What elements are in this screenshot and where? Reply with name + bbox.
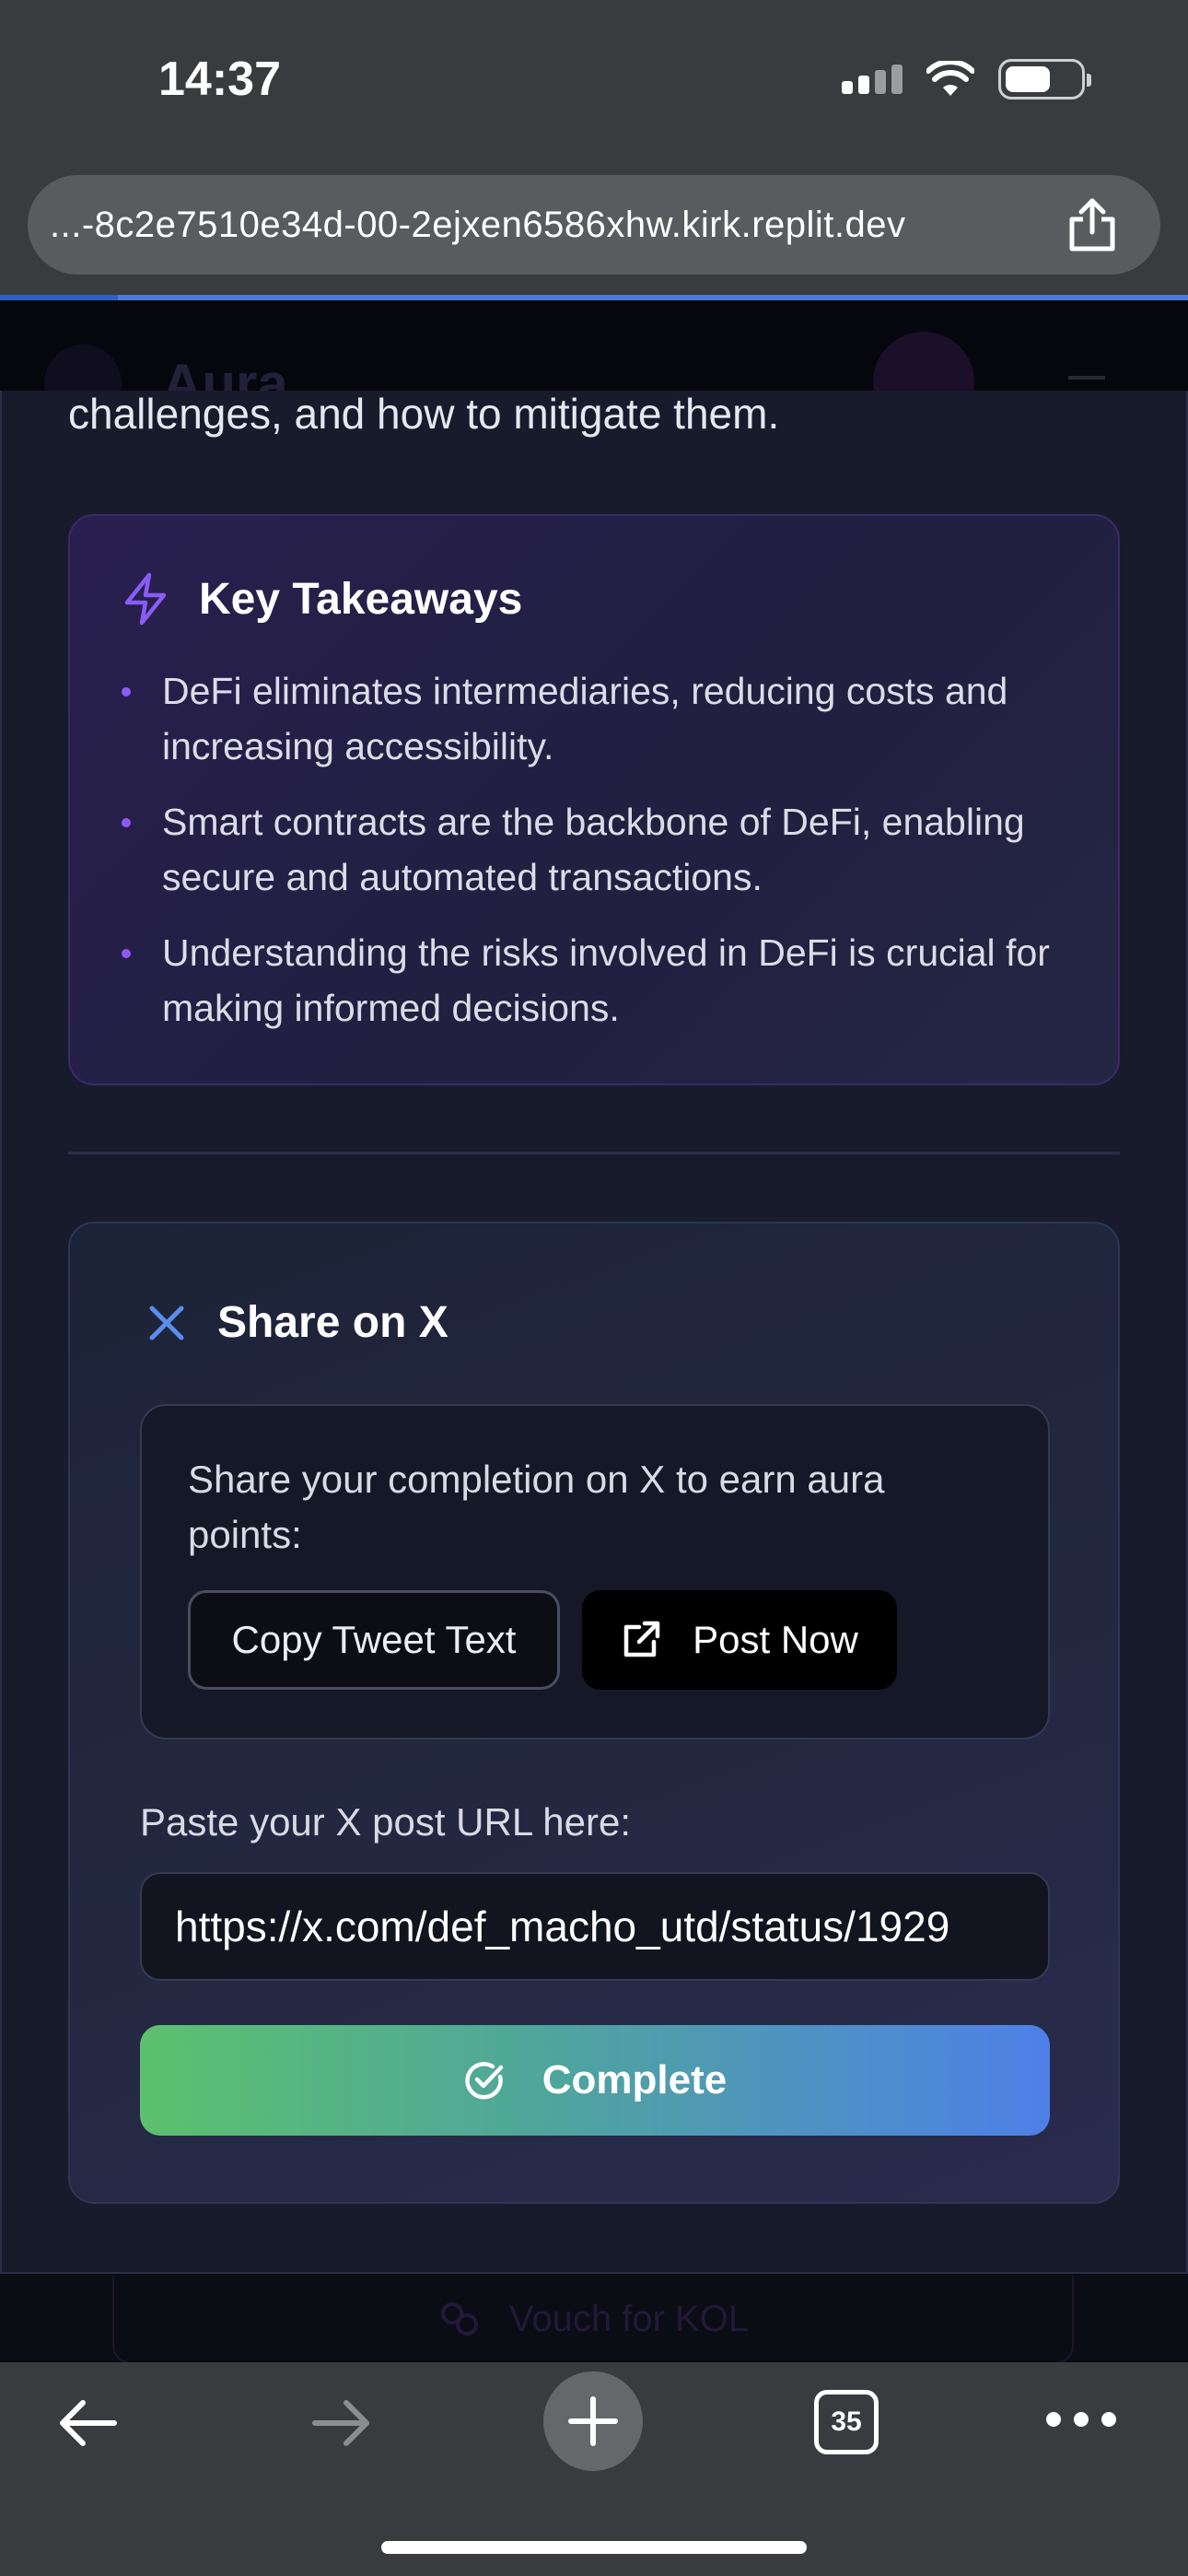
- post-now-button[interactable]: Post Now: [582, 1590, 897, 1690]
- wifi-icon: [926, 61, 974, 96]
- status-icons: [842, 59, 1091, 100]
- x-close-icon: [149, 1306, 184, 1340]
- address-bar[interactable]: ...-8c2e7510e34d-00-2ejxen6586xhw.kirk.r…: [28, 175, 1160, 275]
- background-vouch-button: Vouch for KOL: [112, 2276, 1074, 2364]
- list-item: Understanding the risks involved in DeFi…: [122, 925, 1070, 1036]
- battery-icon: [998, 59, 1091, 100]
- back-arrow-icon[interactable]: [55, 2390, 122, 2456]
- lesson-intro-text: challenges, and how to mitigate them.: [68, 390, 780, 438]
- key-takeaways-card: Key Takeaways DeFi eliminates intermedia…: [68, 514, 1120, 1085]
- copy-tweet-text-button[interactable]: Copy Tweet Text: [188, 1590, 560, 1690]
- tab-count: 35: [831, 2406, 862, 2437]
- forward-arrow-icon[interactable]: [308, 2390, 374, 2456]
- copy-tweet-text-label: Copy Tweet Text: [231, 1618, 517, 1661]
- bullet-dot: [122, 818, 131, 827]
- tabs-button[interactable]: 35: [814, 2390, 879, 2454]
- cellular-signal-icon: [842, 64, 903, 94]
- bullet-dot: [122, 687, 131, 697]
- status-time: 14:37: [158, 53, 281, 106]
- bullet-dot: [122, 949, 131, 958]
- background-vouch-label: Vouch for KOL: [508, 2298, 750, 2339]
- plus-icon: [568, 2396, 618, 2446]
- share-title: Share on X: [217, 1298, 448, 1347]
- key-takeaways-title: Key Takeaways: [199, 574, 523, 624]
- list-item: DeFi eliminates intermediaries, reducing…: [122, 663, 1070, 774]
- address-bar-url: ...-8c2e7510e34d-00-2ejxen6586xhw.kirk.r…: [50, 204, 906, 245]
- section-divider: [68, 1152, 1120, 1154]
- share-icon[interactable]: [1065, 195, 1120, 254]
- list-item: Smart contracts are the backbone of DeFi…: [122, 794, 1070, 905]
- home-indicator: [381, 2541, 807, 2554]
- post-now-label: Post Now: [693, 1618, 858, 1661]
- link-icon: [440, 2302, 478, 2336]
- complete-button[interactable]: Complete: [140, 2025, 1050, 2136]
- share-description: Share your completion on X to earn aura …: [188, 1458, 885, 1556]
- background-menu-icon: [1068, 376, 1105, 380]
- more-menu-icon[interactable]: [1046, 2412, 1116, 2427]
- share-on-x-card: Share on X Share your completion on X to…: [68, 1222, 1120, 2204]
- takeaway-text: Understanding the risks involved in DeFi…: [162, 931, 1050, 1029]
- new-tab-button[interactable]: [543, 2371, 643, 2471]
- share-instructions-box: Share your completion on X to earn aura …: [140, 1404, 1050, 1739]
- complete-label: Complete: [542, 2057, 728, 2102]
- paste-url-label: Paste your X post URL here:: [140, 1800, 632, 1844]
- external-link-icon: [623, 1621, 660, 1657]
- check-circle-icon: [465, 2062, 503, 2100]
- takeaway-text: DeFi eliminates intermediaries, reducing…: [162, 670, 1008, 767]
- x-post-url-input[interactable]: [140, 1872, 1050, 1981]
- key-takeaways-list: DeFi eliminates intermediaries, reducing…: [122, 663, 1070, 1056]
- lightning-bolt-icon: [124, 572, 167, 626]
- takeaway-text: Smart contracts are the backbone of DeFi…: [162, 801, 1025, 898]
